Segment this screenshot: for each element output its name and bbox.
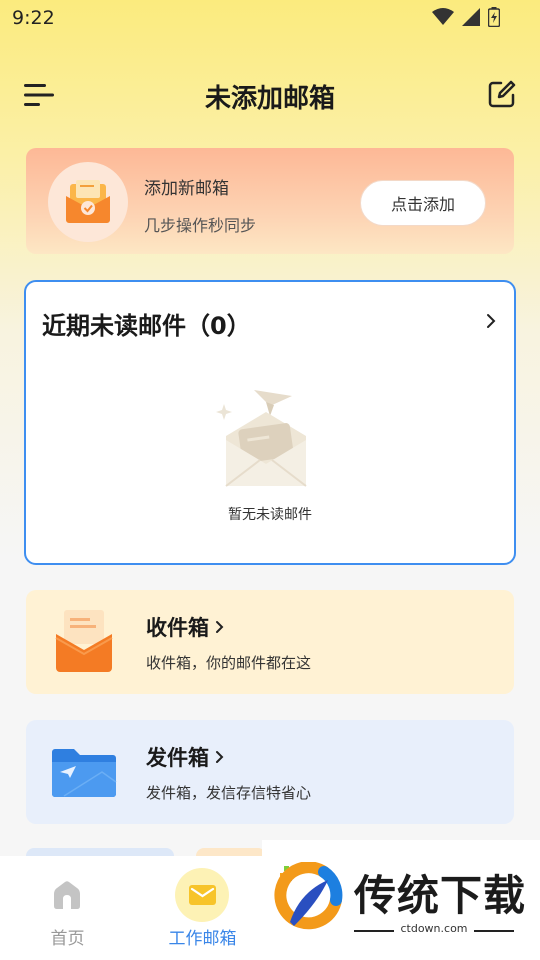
empty-unread-text: 暂无未读邮件: [228, 507, 312, 523]
add-mailbox-button[interactable]: 点击添加: [360, 180, 486, 226]
empty-mailbox-illustration: [216, 390, 307, 487]
nav-work-mail[interactable]: 工作邮箱: [135, 856, 270, 960]
mail-envelope-icon: [66, 180, 110, 223]
header: 未添加邮箱: [0, 70, 540, 122]
inbox-card[interactable]: 收件箱 收件箱，你的邮件都在这: [26, 590, 514, 694]
recent-unread-title: 近期未读邮件（0）: [42, 312, 251, 340]
chevron-right-icon: [216, 751, 224, 763]
nav-work-mail-label: 工作邮箱: [168, 929, 237, 949]
page-title: 未添加邮箱: [204, 84, 335, 114]
wifi-icon: [432, 8, 454, 25]
add-mailbox-title: 添加新邮箱: [144, 179, 229, 199]
chevron-right-icon[interactable]: [484, 312, 498, 330]
chevron-right-icon: [216, 621, 224, 633]
nav-home[interactable]: 首页: [0, 856, 135, 960]
inbox-subtitle: 收件箱，你的邮件都在这: [146, 654, 312, 672]
watermark-logo-icon: [274, 862, 343, 930]
inbox-icon: [55, 610, 113, 672]
sent-title: 发件箱: [146, 742, 225, 772]
mail-icon: [189, 885, 216, 905]
add-mailbox-icon-circle: [48, 162, 128, 242]
add-mailbox-banner[interactable]: 添加新邮箱 几步操作秒同步 点击添加: [26, 148, 514, 254]
watermark: 传统下载 ctdown.com: [262, 840, 540, 960]
sent-subtitle: 发件箱，发信存信特省心: [146, 784, 312, 802]
status-icons: [432, 7, 500, 27]
nav-home-label: 首页: [50, 929, 85, 949]
status-bar: 9:22: [0, 0, 540, 36]
watermark-url: ctdown.com: [400, 922, 468, 935]
home-icon: [54, 881, 80, 909]
sent-card[interactable]: 发件箱 发件箱，发信存信特省心: [26, 720, 514, 824]
inbox-title-text: 收件箱: [146, 616, 209, 640]
inbox-title: 收件箱: [146, 612, 225, 642]
recent-unread-card[interactable]: 近期未读邮件（0） 暂无未读邮件: [24, 280, 516, 565]
watermark-title: 传统下载: [354, 871, 527, 920]
add-mailbox-subtitle: 几步操作秒同步: [144, 216, 257, 235]
compose-icon[interactable]: [488, 80, 516, 108]
sent-folder-icon: [52, 749, 117, 797]
sent-title-text: 发件箱: [146, 746, 209, 770]
signal-icon: [462, 8, 480, 26]
nav-mail-circle: [175, 868, 229, 922]
status-time: 9:22: [12, 7, 55, 29]
battery-icon: [488, 7, 500, 27]
